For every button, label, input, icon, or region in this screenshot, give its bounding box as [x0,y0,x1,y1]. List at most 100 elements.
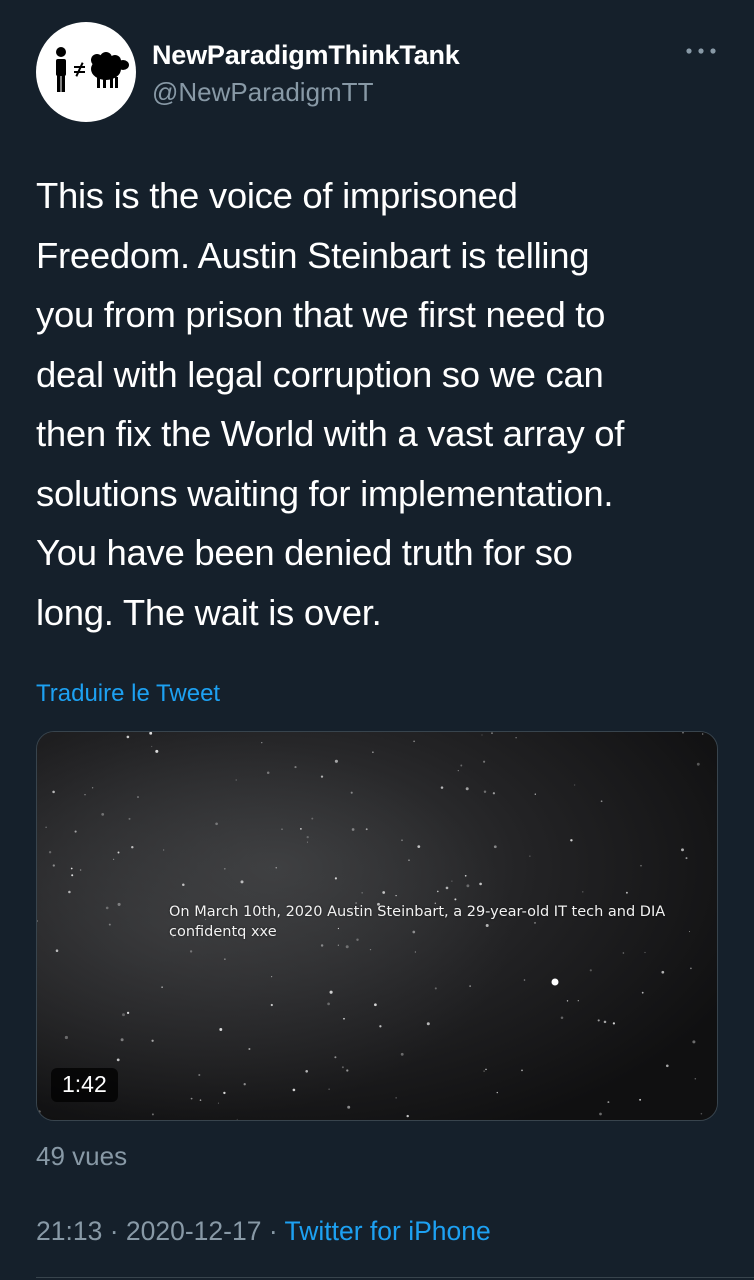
star-dot [639,1098,642,1101]
star-dot [182,883,185,886]
translate-tweet-link[interactable]: Traduire le Tweet [36,680,220,708]
star-dot [479,882,482,886]
more-horizontal-icon[interactable] [684,44,718,58]
star-dot [137,796,139,798]
star-dot [161,986,163,988]
user-handle[interactable]: @NewParadigmTT [152,77,460,108]
star-dot [55,949,59,952]
star-dot [644,951,646,954]
star-dot [199,1099,202,1101]
star-dot [466,884,470,888]
star-dot [117,851,120,854]
star-dot [523,979,526,981]
star-dot [560,1016,564,1019]
meta-separator: · [102,1216,126,1246]
star-dot [681,848,684,852]
star-dot [294,766,297,769]
star-dot [589,969,592,972]
star-dot [112,858,115,860]
display-name[interactable]: NewParadigmThinkTank [152,40,460,71]
star-dot [122,1013,125,1017]
star-dot [417,845,421,848]
star-dot [270,1003,273,1007]
star-dot [350,791,353,794]
star-dot [243,1083,246,1086]
star-dot [382,891,386,894]
star-dot [665,1064,669,1068]
star-dot [700,1112,703,1115]
star-dot [248,1047,251,1051]
star-dot [625,891,628,894]
star-dot [600,800,603,803]
star-dot [334,759,338,763]
star-dot [496,1091,498,1094]
star-dot [190,1097,193,1100]
star-dot [685,857,688,860]
star-dot [281,828,283,830]
star-dot [223,1091,226,1095]
star-dot [300,828,302,830]
star-dot [38,1110,41,1113]
avatar[interactable] [36,22,136,122]
star-dot [320,944,324,947]
star-dot [702,733,704,735]
star-dot [126,1011,130,1015]
star-dot [464,874,467,877]
star-dot [534,793,536,795]
star-dot [369,948,372,951]
tweet-meta: 21:13 · 2020-12-17 · Twitter for iPhone [36,1216,491,1247]
star-dot [406,1114,409,1118]
star-dot [217,1102,219,1104]
tweet-text: This is the voice of imprisoned Freedom.… [36,175,625,633]
user-info[interactable]: NewParadigmThinkTank @NewParadigmTT [152,40,460,108]
star-dot [483,790,487,794]
star-dot [346,1069,349,1072]
star-dot [566,1000,569,1002]
person-not-equal-sheep-logo [56,47,129,92]
star-dot [521,1069,523,1072]
star-dot [275,867,277,869]
star-dot [70,867,73,870]
star-dot [694,1077,697,1080]
star-dot [128,817,131,820]
star-dot [582,891,584,893]
star-dot [306,841,308,843]
star-dot [305,1070,309,1073]
video-player[interactable]: On March 10th, 2020 Austin Steinbart, a … [36,731,718,1121]
star-dot [266,771,270,774]
star-dot [607,1101,610,1104]
star-dot [306,835,309,839]
star-dot [372,751,374,754]
star-dot [483,760,486,763]
star-dot [469,985,471,987]
star-dot [236,1118,238,1120]
star-dot [696,762,700,766]
tweet-date: 2020-12-17 [125,1216,262,1246]
star-dot [491,732,493,734]
star-dot [401,839,403,842]
star-dot [341,1066,344,1069]
star-dot [240,880,244,884]
tweet-source-link[interactable]: Twitter for iPhone [285,1216,491,1246]
star-dot [440,786,444,789]
star-dot [485,1068,487,1071]
divider [36,1277,754,1278]
star-dot [692,1040,696,1044]
star-dot [71,874,74,877]
star-dot [345,945,349,949]
star-dot [271,976,273,978]
star-dot [408,859,410,861]
star-dot [116,1058,120,1062]
star-dot [84,794,86,796]
star-dot [603,1020,607,1024]
star-dot [426,1022,430,1026]
star-dot [48,851,52,854]
star-dot [337,944,339,946]
star-dot [361,892,363,894]
star-dot [261,742,263,744]
star-dot [690,967,692,970]
star-dot [641,991,644,994]
star-dot [492,792,496,795]
star-dot [151,1113,154,1116]
star-dot [483,1070,485,1072]
